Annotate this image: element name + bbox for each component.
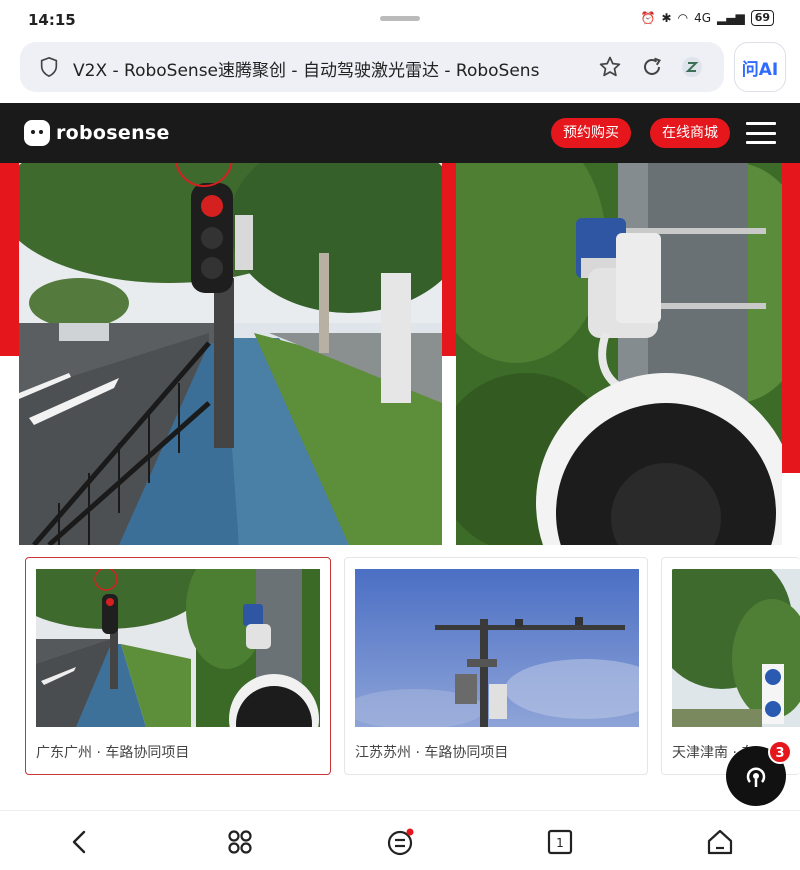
robosense-logo[interactable]: robosense: [24, 120, 170, 146]
status-bar: 14:15 ⏰ ✱ ◠ 4G ▂▄▆ 69: [0, 0, 800, 40]
tabs-icon[interactable]: 1: [545, 827, 575, 857]
apps-icon[interactable]: [225, 827, 255, 857]
red-accent-left: [0, 163, 20, 356]
url-text[interactable]: V2X - RoboSense速腾聚创 - 自动驾驶激光雷达 - RoboSen…: [73, 56, 583, 81]
address-bar[interactable]: V2X - RoboSense速腾聚创 - 自动驾驶激光雷达 - RoboSen…: [20, 42, 724, 92]
red-accent-middle: [442, 163, 456, 356]
extension-icon[interactable]: [680, 55, 704, 79]
network-label: 4G: [694, 11, 711, 25]
alarm-icon: ⏰: [640, 11, 656, 25]
red-accent-right: [782, 163, 800, 473]
project-thumb-tianjin: [672, 569, 800, 727]
project-card-guangzhou[interactable]: 广东广州 · 车路协同项目: [25, 557, 331, 775]
back-icon[interactable]: [65, 827, 95, 857]
drag-handle[interactable]: [380, 16, 420, 21]
preorder-button[interactable]: 预约购买: [551, 118, 631, 148]
site-header: robosense 预约购买 在线商城: [0, 103, 800, 163]
home-icon[interactable]: [705, 827, 735, 857]
project-thumb-suzhou: [355, 569, 639, 727]
browser-bottom-nav: 1: [0, 810, 800, 870]
signal-icon: ▂▄▆: [717, 11, 745, 25]
status-time: 14:15: [28, 11, 76, 29]
project-card-suzhou[interactable]: 江苏苏州 · 车路协同项目: [344, 557, 648, 775]
shield-icon[interactable]: [38, 56, 60, 78]
notification-badge: 3: [768, 740, 792, 764]
project-caption: 江苏苏州 · 车路协同项目: [355, 745, 509, 761]
hero-photo-street: [19, 163, 442, 545]
project-thumb-guangzhou: [36, 569, 320, 727]
svg-text:1: 1: [556, 836, 564, 850]
battery-level: 69: [750, 10, 774, 26]
hero-gallery: [0, 163, 800, 553]
robosense-logo-icon: [24, 120, 50, 146]
project-carousel[interactable]: 广东广州 · 车路协同项目 江苏苏州 · 车路协同项目 天津津南 · 车: [0, 557, 800, 777]
share-floating-button[interactable]: 3: [726, 740, 792, 806]
star-icon[interactable]: [598, 55, 622, 79]
status-icons: ⏰ ✱ ◠ 4G ▂▄▆ 69: [641, 10, 774, 26]
refresh-icon[interactable]: [640, 55, 664, 79]
share-icon: [746, 767, 766, 787]
bluetooth-icon: ✱: [661, 11, 672, 25]
project-caption: 广东广州 · 车路协同项目: [36, 745, 190, 761]
ask-ai-button[interactable]: 问AI: [734, 42, 786, 92]
hero-photo-lidar: [456, 163, 782, 545]
menu-icon[interactable]: [746, 122, 776, 144]
shop-button[interactable]: 在线商城: [650, 118, 730, 148]
menu-dot-icon[interactable]: [385, 827, 415, 857]
wifi-icon: ◠: [677, 11, 689, 25]
logo-text: robosense: [56, 122, 170, 144]
